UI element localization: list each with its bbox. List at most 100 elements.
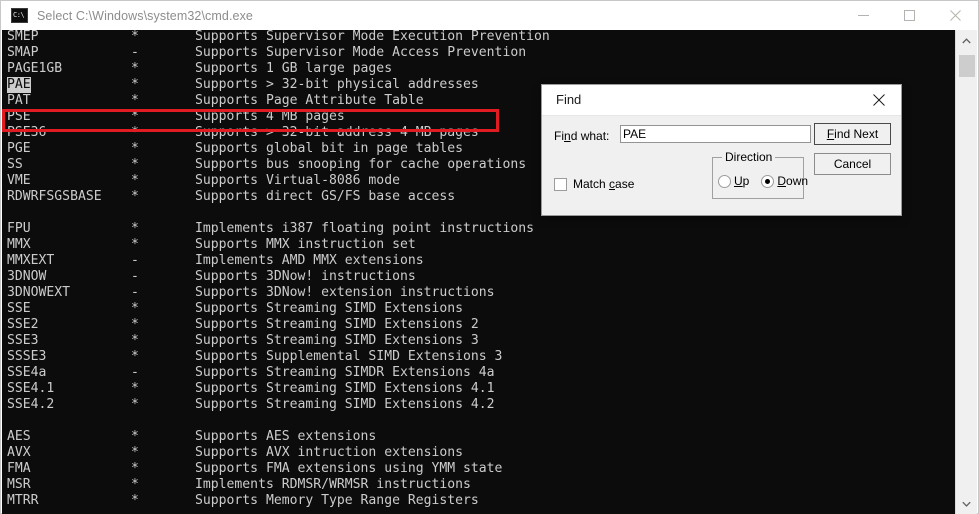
console-line-marker: - <box>131 269 139 284</box>
direction-radio-row: Up Down <box>718 174 820 188</box>
console-line-feature: MMX <box>7 237 31 252</box>
console-line-marker: * <box>131 461 139 476</box>
scrollbar-thumb[interactable] <box>959 55 975 77</box>
console-line-description: Supports FMA extensions using YMM state <box>195 461 503 476</box>
console-line-marker: * <box>131 109 139 124</box>
console-line-marker: * <box>131 333 139 348</box>
console-line: MTRR * Supports Memory Type Range Register… <box>2 493 957 509</box>
console-line: SSE * Supports Streaming SIMD Extensions <box>2 301 957 317</box>
radio-up-label[interactable]: Up <box>734 174 749 188</box>
console-line: FPU * Implements i387 floating point instr… <box>2 221 957 237</box>
console-line-feature: 3DNOWEXT <box>7 285 71 300</box>
console-line-description: Implements AMD MMX extensions <box>195 253 424 268</box>
find-what-input[interactable] <box>620 125 811 143</box>
console-line-description: Supports Virtual-8086 mode <box>195 173 400 188</box>
console-line-description: Supports Streaming SIMD Extensions 4.2 <box>195 397 495 412</box>
screen: Select C:\Windows\system32\cmd.exe SMEP *… <box>0 0 979 514</box>
console-line-description: Supports Memory Type Range Registers <box>195 493 479 508</box>
title-bar[interactable]: Select C:\Windows\system32\cmd.exe <box>1 1 978 30</box>
console-line-feature: SSE4.2 <box>7 397 55 412</box>
console-line-description: Supports Supplemental SIMD Extensions 3 <box>195 349 503 364</box>
match-case-label: Match case <box>573 177 634 191</box>
console-line-description: Supports direct GS/FS base access <box>195 189 456 204</box>
console-line-marker: * <box>131 77 139 92</box>
console-line-description: Supports AES extensions <box>195 429 377 444</box>
window-title: Select C:\Windows\system32\cmd.exe <box>37 8 253 23</box>
console-line: 3DNOW - Supports 3DNow! instructions <box>2 269 957 285</box>
console-line-marker: * <box>131 30 139 44</box>
find-dialog-title-bar[interactable]: Find <box>542 85 901 116</box>
vertical-scrollbar[interactable] <box>955 30 977 514</box>
console-line-feature: RDWRFSGSBASE <box>7 189 102 204</box>
find-close-icon[interactable] <box>856 85 901 115</box>
console-line-description: Supports Streaming SIMD Extensions 4.1 <box>195 381 495 396</box>
console-line: 3DNOWEXT - Supports 3DNow! extension instr… <box>2 285 957 301</box>
console-line-description: Supports > 32-bit address 4 MB pages <box>195 125 479 140</box>
match-case-pre: Match <box>573 177 610 191</box>
console-line-marker: * <box>131 93 139 108</box>
console-line-description: Supports 1 GB large pages <box>195 61 393 76</box>
console-line-marker: * <box>131 141 139 156</box>
console-line-feature: PAGE1GB <box>7 61 63 76</box>
console-line: MMX * Supports MMX instruction set <box>2 237 957 253</box>
console-line-marker: * <box>131 445 139 460</box>
find-next-button[interactable]: Find Next <box>814 123 891 145</box>
radio-down-post: own <box>786 174 809 188</box>
console-line-description: Supports global bit in page tables <box>195 141 464 156</box>
console-line-feature: SSSE3 <box>7 349 47 364</box>
console-line-marker: * <box>131 61 139 76</box>
scroll-down-icon[interactable] <box>956 493 977 514</box>
console-line-feature: MSR <box>7 477 31 492</box>
find-dialog-title: Find <box>556 92 582 107</box>
console-line-description: Supports Streaming SIMD Extensions <box>195 301 464 316</box>
scroll-up-icon[interactable] <box>956 30 977 51</box>
console-line-feature: SSE4.1 <box>7 381 55 396</box>
console-line-description: Implements RDMSR/WRMSR instructions <box>195 477 471 492</box>
cancel-button[interactable]: Cancel <box>814 153 891 175</box>
direction-group-label: Direction <box>722 150 776 164</box>
console-line-description: Supports > 32-bit physical addresses <box>195 77 479 92</box>
console-line-feature: AVX <box>7 445 31 460</box>
console-line-marker: - <box>131 253 139 268</box>
console-line: MSR * Implements RDMSR/WRMSR instructions <box>2 477 957 493</box>
radio-down-accel: D <box>777 174 787 188</box>
console-line-marker: * <box>131 173 139 188</box>
radio-down-label[interactable]: Down <box>777 174 808 188</box>
console-line: SSE3 * Supports Streaming SIMD Extensions … <box>2 333 957 349</box>
console-line-marker: * <box>131 221 139 236</box>
find-what-label-post: d what: <box>570 129 610 143</box>
match-case-row[interactable]: Match case <box>554 177 634 191</box>
console-line-marker: * <box>131 477 139 492</box>
maximize-button[interactable] <box>886 1 932 30</box>
console-line-marker: - <box>131 365 139 380</box>
console-line: FMA * Supports FMA extensions using YMM st… <box>2 461 957 477</box>
find-what-label-pre: Fi <box>554 129 564 143</box>
console-line-feature: FMA <box>7 461 31 476</box>
console-line: SSE2 * Supports Streaming SIMD Extensions … <box>2 317 957 333</box>
console-line-marker: * <box>131 301 139 316</box>
radio-down[interactable] <box>761 174 775 188</box>
console-line: MMXEXT - Implements AMD MMX extensions <box>2 253 957 269</box>
console-line-feature: FPU <box>7 221 31 236</box>
console-line-description: Supports Supervisor Mode Access Preventi… <box>195 45 527 60</box>
console-line-description: Supports Streaming SIMDR Extensions 4a <box>195 365 495 380</box>
console-line-feature: SMAP <box>7 45 39 60</box>
console-line: AVX * Supports AVX intruction extensions <box>2 445 957 461</box>
console-line-feature: SS <box>7 157 23 172</box>
window-controls <box>840 1 978 30</box>
minimize-button[interactable] <box>840 1 886 30</box>
console-line: SMAP - Supports Supervisor Mode Access Pre… <box>2 45 957 61</box>
radio-up[interactable] <box>718 174 731 188</box>
console-line-description: Supports 4 MB pages <box>195 109 345 124</box>
close-button[interactable] <box>932 1 978 30</box>
console-line: SSSE3 * Supports Supplemental SIMD Extensi… <box>2 349 957 365</box>
console-line: SSE4.2 * Supports Streaming SIMD Extension… <box>2 397 957 413</box>
match-case-checkbox[interactable] <box>554 177 567 191</box>
console-line-marker: * <box>131 349 139 364</box>
console-line-marker: * <box>131 157 139 172</box>
console-line-description: Supports bus snooping for cache operatio… <box>195 157 527 172</box>
console-line-description: Supports Supervisor Mode Execution Preve… <box>195 30 550 44</box>
console-line-feature: PSE <box>7 109 31 124</box>
console-line-marker: - <box>131 285 139 300</box>
